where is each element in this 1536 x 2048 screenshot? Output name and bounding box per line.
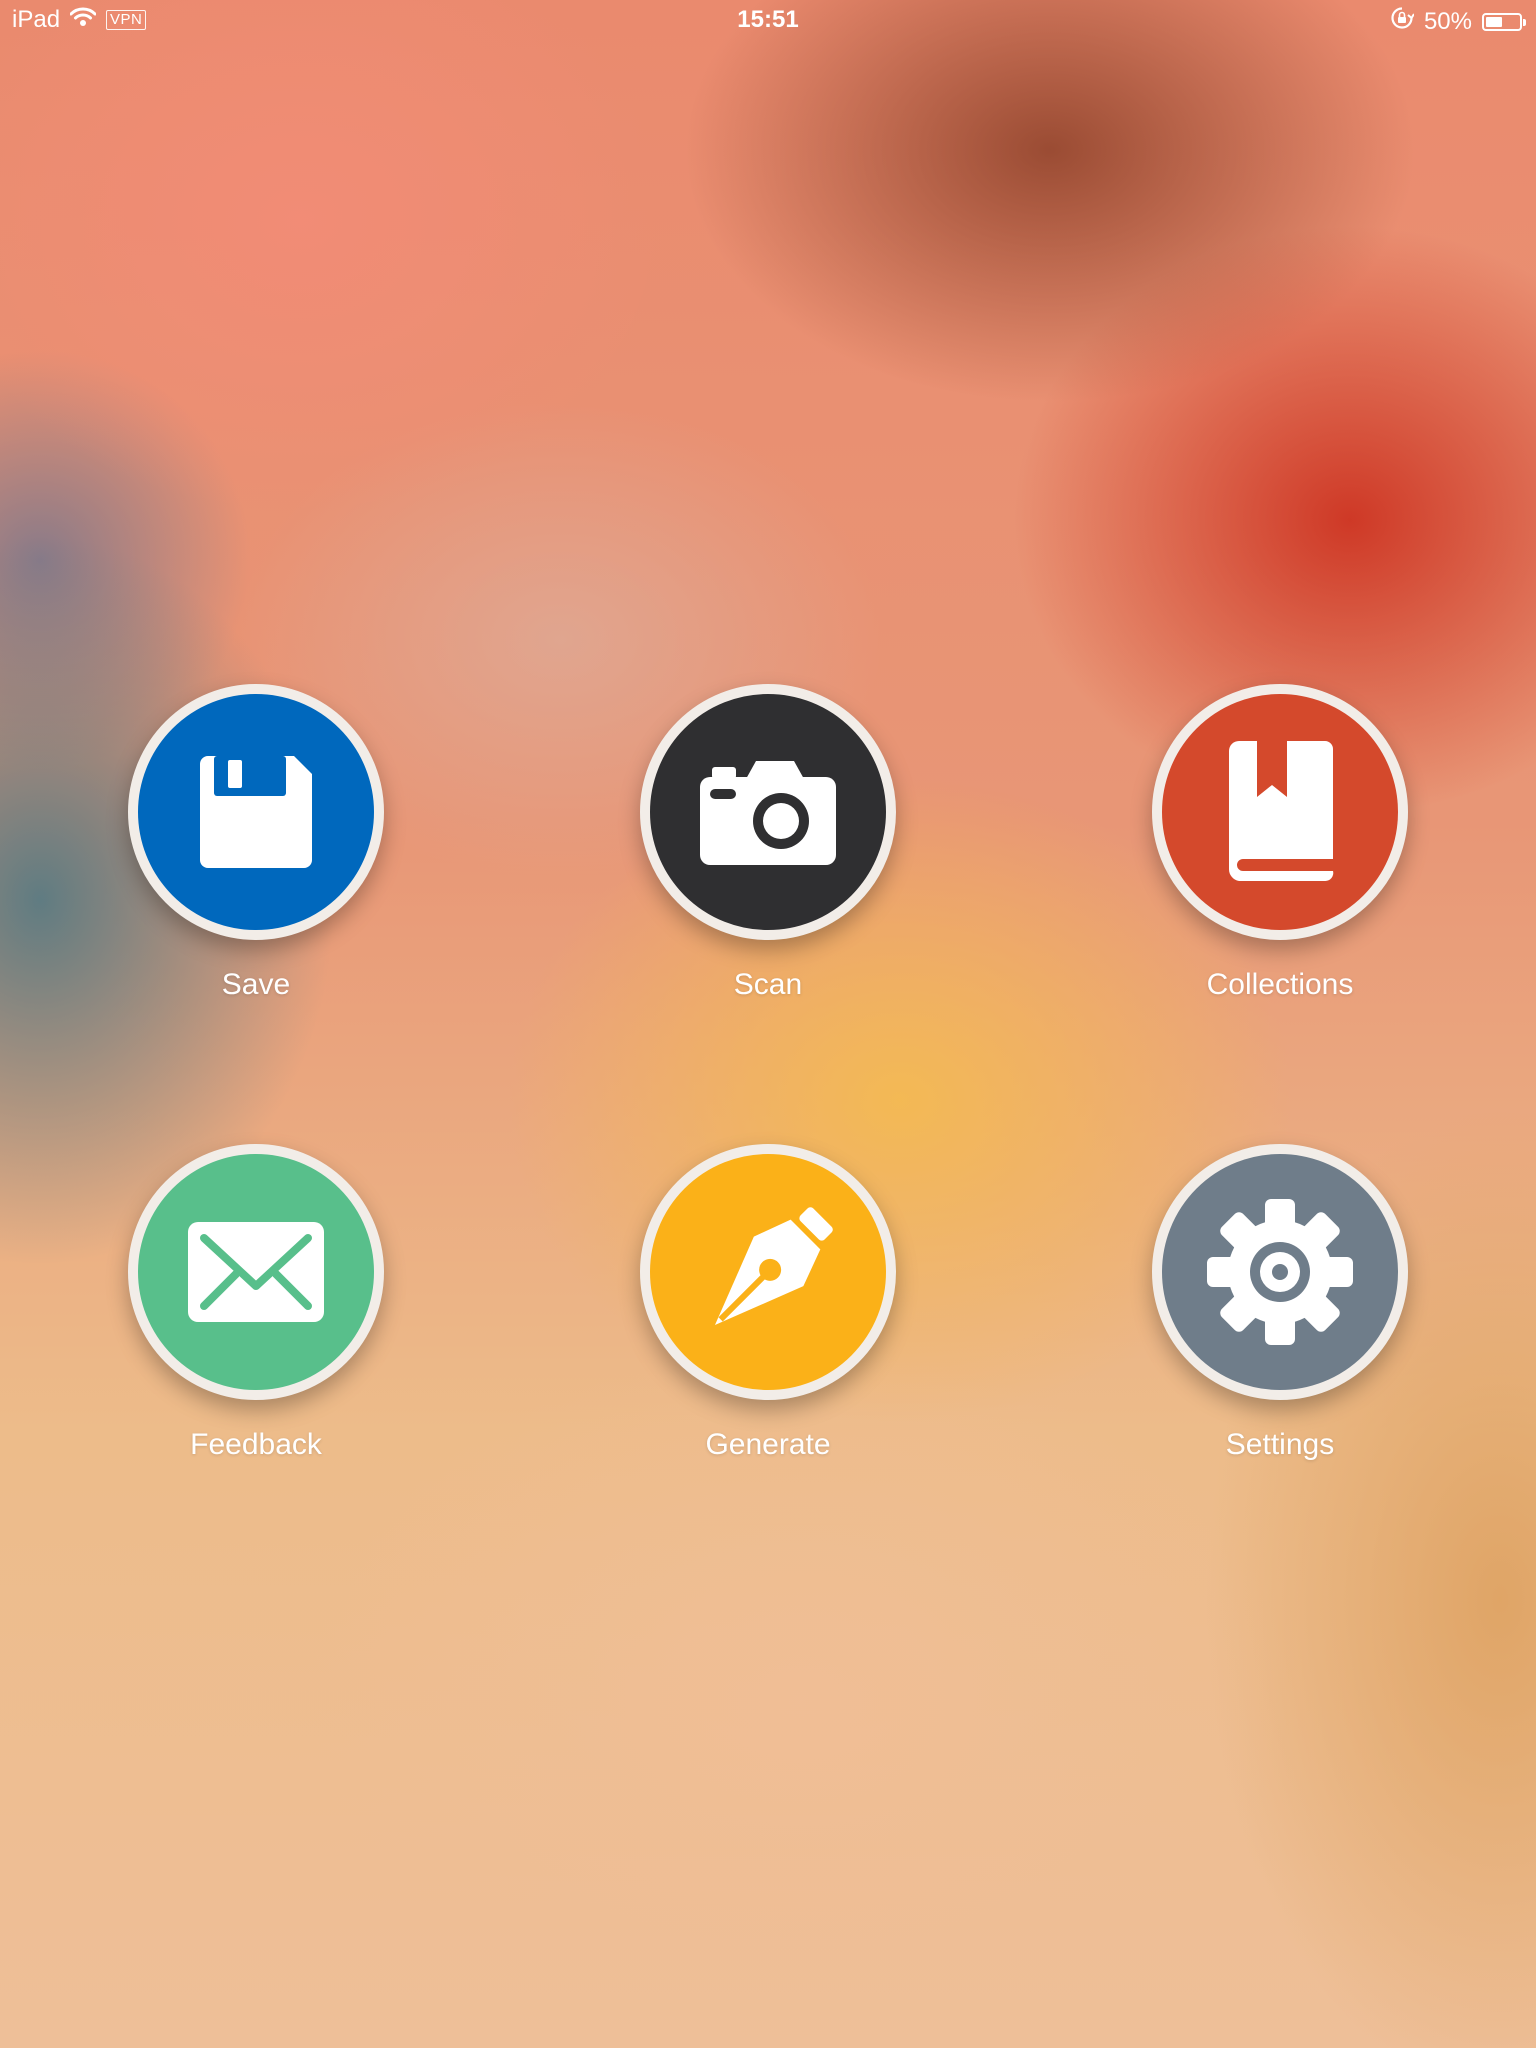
save-button[interactable]: Save <box>106 684 406 1024</box>
collections-circle[interactable] <box>1152 684 1408 940</box>
pen-nib-icon <box>693 1197 843 1347</box>
feedback-label: Feedback <box>190 1428 322 1461</box>
bookmark-book-icon <box>1215 737 1345 887</box>
save-label: Save <box>221 968 291 1001</box>
generate-button[interactable]: Generate <box>618 1144 918 1484</box>
generate-circle[interactable] <box>640 1144 896 1400</box>
status-bar: iPad VPN 15:51 50% <box>0 0 1536 40</box>
generate-label: Generate <box>705 1428 831 1461</box>
blurred-wallpaper <box>0 0 1536 2048</box>
collections-button[interactable]: Collections <box>1130 684 1430 1024</box>
camera-icon <box>698 757 838 867</box>
collections-label: Collections <box>1206 968 1354 1001</box>
scan-label: Scan <box>733 968 803 1001</box>
battery-tip <box>1523 18 1526 26</box>
settings-button[interactable]: Settings <box>1130 1144 1430 1484</box>
settings-label: Settings <box>1225 1428 1335 1461</box>
feedback-circle[interactable] <box>128 1144 384 1400</box>
battery-fill <box>1486 16 1502 27</box>
gear-icon <box>1205 1197 1355 1347</box>
status-right: 50% <box>1390 6 1526 37</box>
save-circle[interactable] <box>128 684 384 940</box>
settings-circle[interactable] <box>1152 1144 1408 1400</box>
status-time: 15:51 <box>737 6 799 33</box>
floppy-disk-icon <box>190 746 322 878</box>
battery-percent: 50% <box>1423 7 1472 35</box>
rotation-lock-icon <box>1390 6 1415 37</box>
scan-button[interactable]: Scan <box>618 684 918 1024</box>
envelope-icon <box>186 1220 326 1324</box>
scan-circle[interactable] <box>640 684 896 940</box>
battery-icon <box>1482 12 1526 31</box>
feedback-button[interactable]: Feedback <box>106 1144 406 1484</box>
